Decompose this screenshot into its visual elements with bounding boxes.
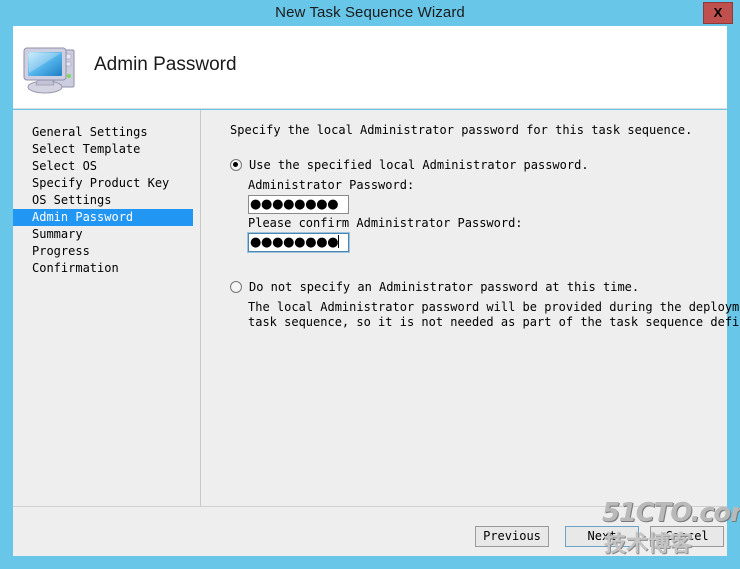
wizard-window: New Task Sequence Wizard X Admin Passwor… bbox=[0, 0, 740, 569]
radio-do-not-specify-password[interactable]: Do not specify an Administrator password… bbox=[230, 280, 639, 294]
radio-use-specified-password[interactable]: Use the specified local Administrator pa… bbox=[230, 158, 589, 172]
step-list: General Settings Select Template Select … bbox=[13, 124, 200, 277]
wizard-footer: Previous Next Cancel bbox=[13, 506, 727, 556]
wizard-sidebar: General Settings Select Template Select … bbox=[13, 110, 201, 556]
previous-button[interactable]: Previous bbox=[475, 526, 549, 547]
radio-selected-icon bbox=[230, 159, 242, 171]
confirm-password-input[interactable]: ●●●●●●●● bbox=[247, 232, 350, 253]
wizard-header: Admin Password bbox=[13, 26, 727, 109]
close-icon: X bbox=[713, 5, 723, 20]
radio-use-specified-password-label: Use the specified local Administrator pa… bbox=[249, 158, 589, 172]
close-button[interactable]: X bbox=[703, 2, 733, 24]
computer-icon bbox=[21, 42, 83, 97]
next-button[interactable]: Next bbox=[565, 526, 639, 547]
sidebar-item-progress[interactable]: Progress bbox=[13, 243, 200, 260]
page-title: Admin Password bbox=[94, 54, 237, 75]
confirm-password-value: ●●●●●●●● bbox=[250, 235, 339, 250]
sidebar-item-admin-password[interactable]: Admin Password bbox=[13, 209, 193, 226]
sidebar-item-specify-product-key[interactable]: Specify Product Key bbox=[13, 175, 200, 192]
wizard-body: General Settings Select Template Select … bbox=[13, 110, 740, 556]
sidebar-item-os-settings[interactable]: OS Settings bbox=[13, 192, 200, 209]
sidebar-item-select-template[interactable]: Select Template bbox=[13, 141, 200, 158]
administrator-password-value: ●●●●●●●● bbox=[250, 197, 339, 212]
confirm-password-label: Please confirm Administrator Password: bbox=[248, 216, 523, 230]
title-bar: New Task Sequence Wizard X bbox=[0, 0, 740, 26]
sidebar-item-general-settings[interactable]: General Settings bbox=[13, 124, 200, 141]
radio-unselected-icon bbox=[230, 281, 242, 293]
radio-do-not-specify-password-label: Do not specify an Administrator password… bbox=[249, 280, 640, 294]
window-title: New Task Sequence Wizard bbox=[275, 4, 465, 21]
instruction-text: Specify the local Administrator password… bbox=[230, 123, 693, 137]
sidebar-item-summary[interactable]: Summary bbox=[13, 226, 200, 243]
skip-note-line-2: task sequence, so it is not needed as pa… bbox=[248, 315, 740, 329]
administrator-password-input[interactable]: ●●●●●●●● bbox=[248, 195, 349, 214]
administrator-password-label: Administrator Password: bbox=[248, 178, 415, 192]
cancel-button[interactable]: Cancel bbox=[650, 526, 724, 547]
skip-note-line-1: The local Administrator password will be… bbox=[248, 300, 740, 314]
text-caret bbox=[338, 235, 340, 248]
sidebar-item-select-os[interactable]: Select OS bbox=[13, 158, 200, 175]
wizard-main-pane: Specify the local Administrator password… bbox=[202, 110, 740, 556]
sidebar-item-confirmation[interactable]: Confirmation bbox=[13, 260, 200, 277]
